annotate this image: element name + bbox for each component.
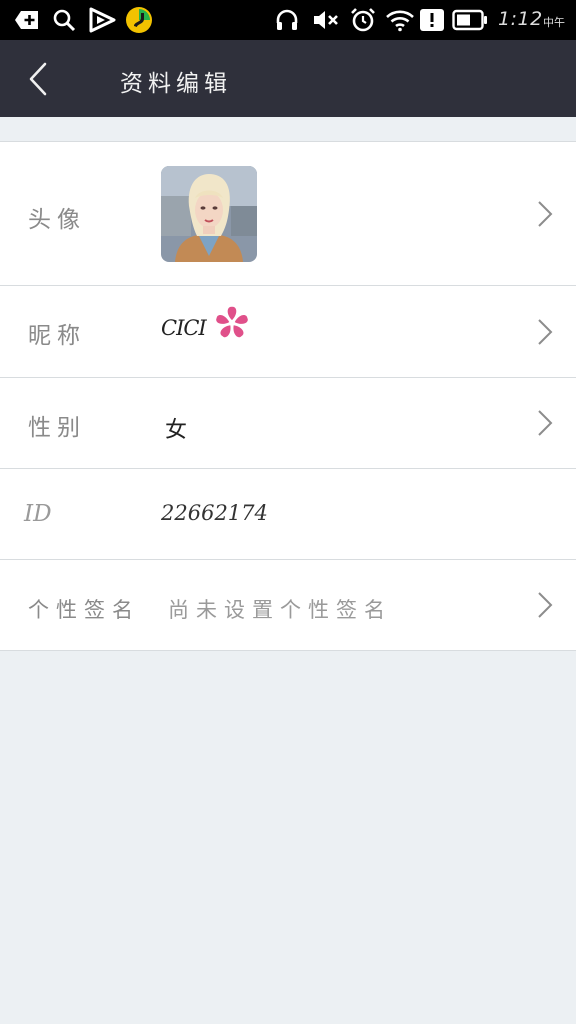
nickname-label: 昵称 [28, 323, 86, 349]
nickname-value: CICI [161, 316, 207, 340]
chevron-right-icon [538, 410, 553, 436]
back-button[interactable] [18, 60, 58, 98]
avatar[interactable] [161, 166, 257, 262]
signature-row[interactable]: 个性签名 尚未设置个性签名 [0, 560, 576, 651]
back-arrow-icon [29, 62, 47, 96]
chevron-right-icon [538, 592, 553, 618]
status-period: 中午 [543, 16, 565, 29]
signature-label: 个性签名 [28, 598, 140, 622]
gender-value: 女 [165, 418, 188, 443]
add-icon [14, 7, 40, 33]
gender-row[interactable]: 性别 女 [0, 378, 576, 469]
profile-list: 头像 昵称 CICI 性别 女 ID 22662174 个性签名 尚未设置个性签… [0, 141, 576, 651]
alarm-icon [350, 7, 376, 33]
header-bar: 资料编辑 [0, 40, 576, 117]
wifi-icon [385, 7, 415, 33]
status-time: 1:12 [498, 8, 543, 30]
avatar-label: 头像 [28, 207, 86, 233]
avatar-row[interactable]: 头像 [0, 142, 576, 286]
alert-icon [419, 7, 445, 33]
mute-icon [312, 7, 340, 33]
gender-label: 性别 [28, 415, 86, 441]
id-row: ID 22662174 [0, 469, 576, 560]
sakura-flower-icon [216, 306, 248, 338]
chevron-right-icon [538, 201, 553, 227]
signature-value: 尚未设置个性签名 [168, 598, 392, 622]
nickname-row[interactable]: 昵称 CICI [0, 286, 576, 378]
battery-icon [452, 7, 488, 33]
page-title: 资料编辑 [120, 71, 232, 97]
headphones-icon [275, 7, 299, 33]
music-app-icon [125, 7, 153, 33]
play-icon [87, 7, 117, 33]
search-icon [52, 7, 76, 33]
status-bar: 1:12 中午 [0, 0, 576, 40]
id-label: ID [24, 501, 52, 527]
chevron-right-icon [538, 319, 553, 345]
id-value: 22662174 [161, 501, 268, 525]
